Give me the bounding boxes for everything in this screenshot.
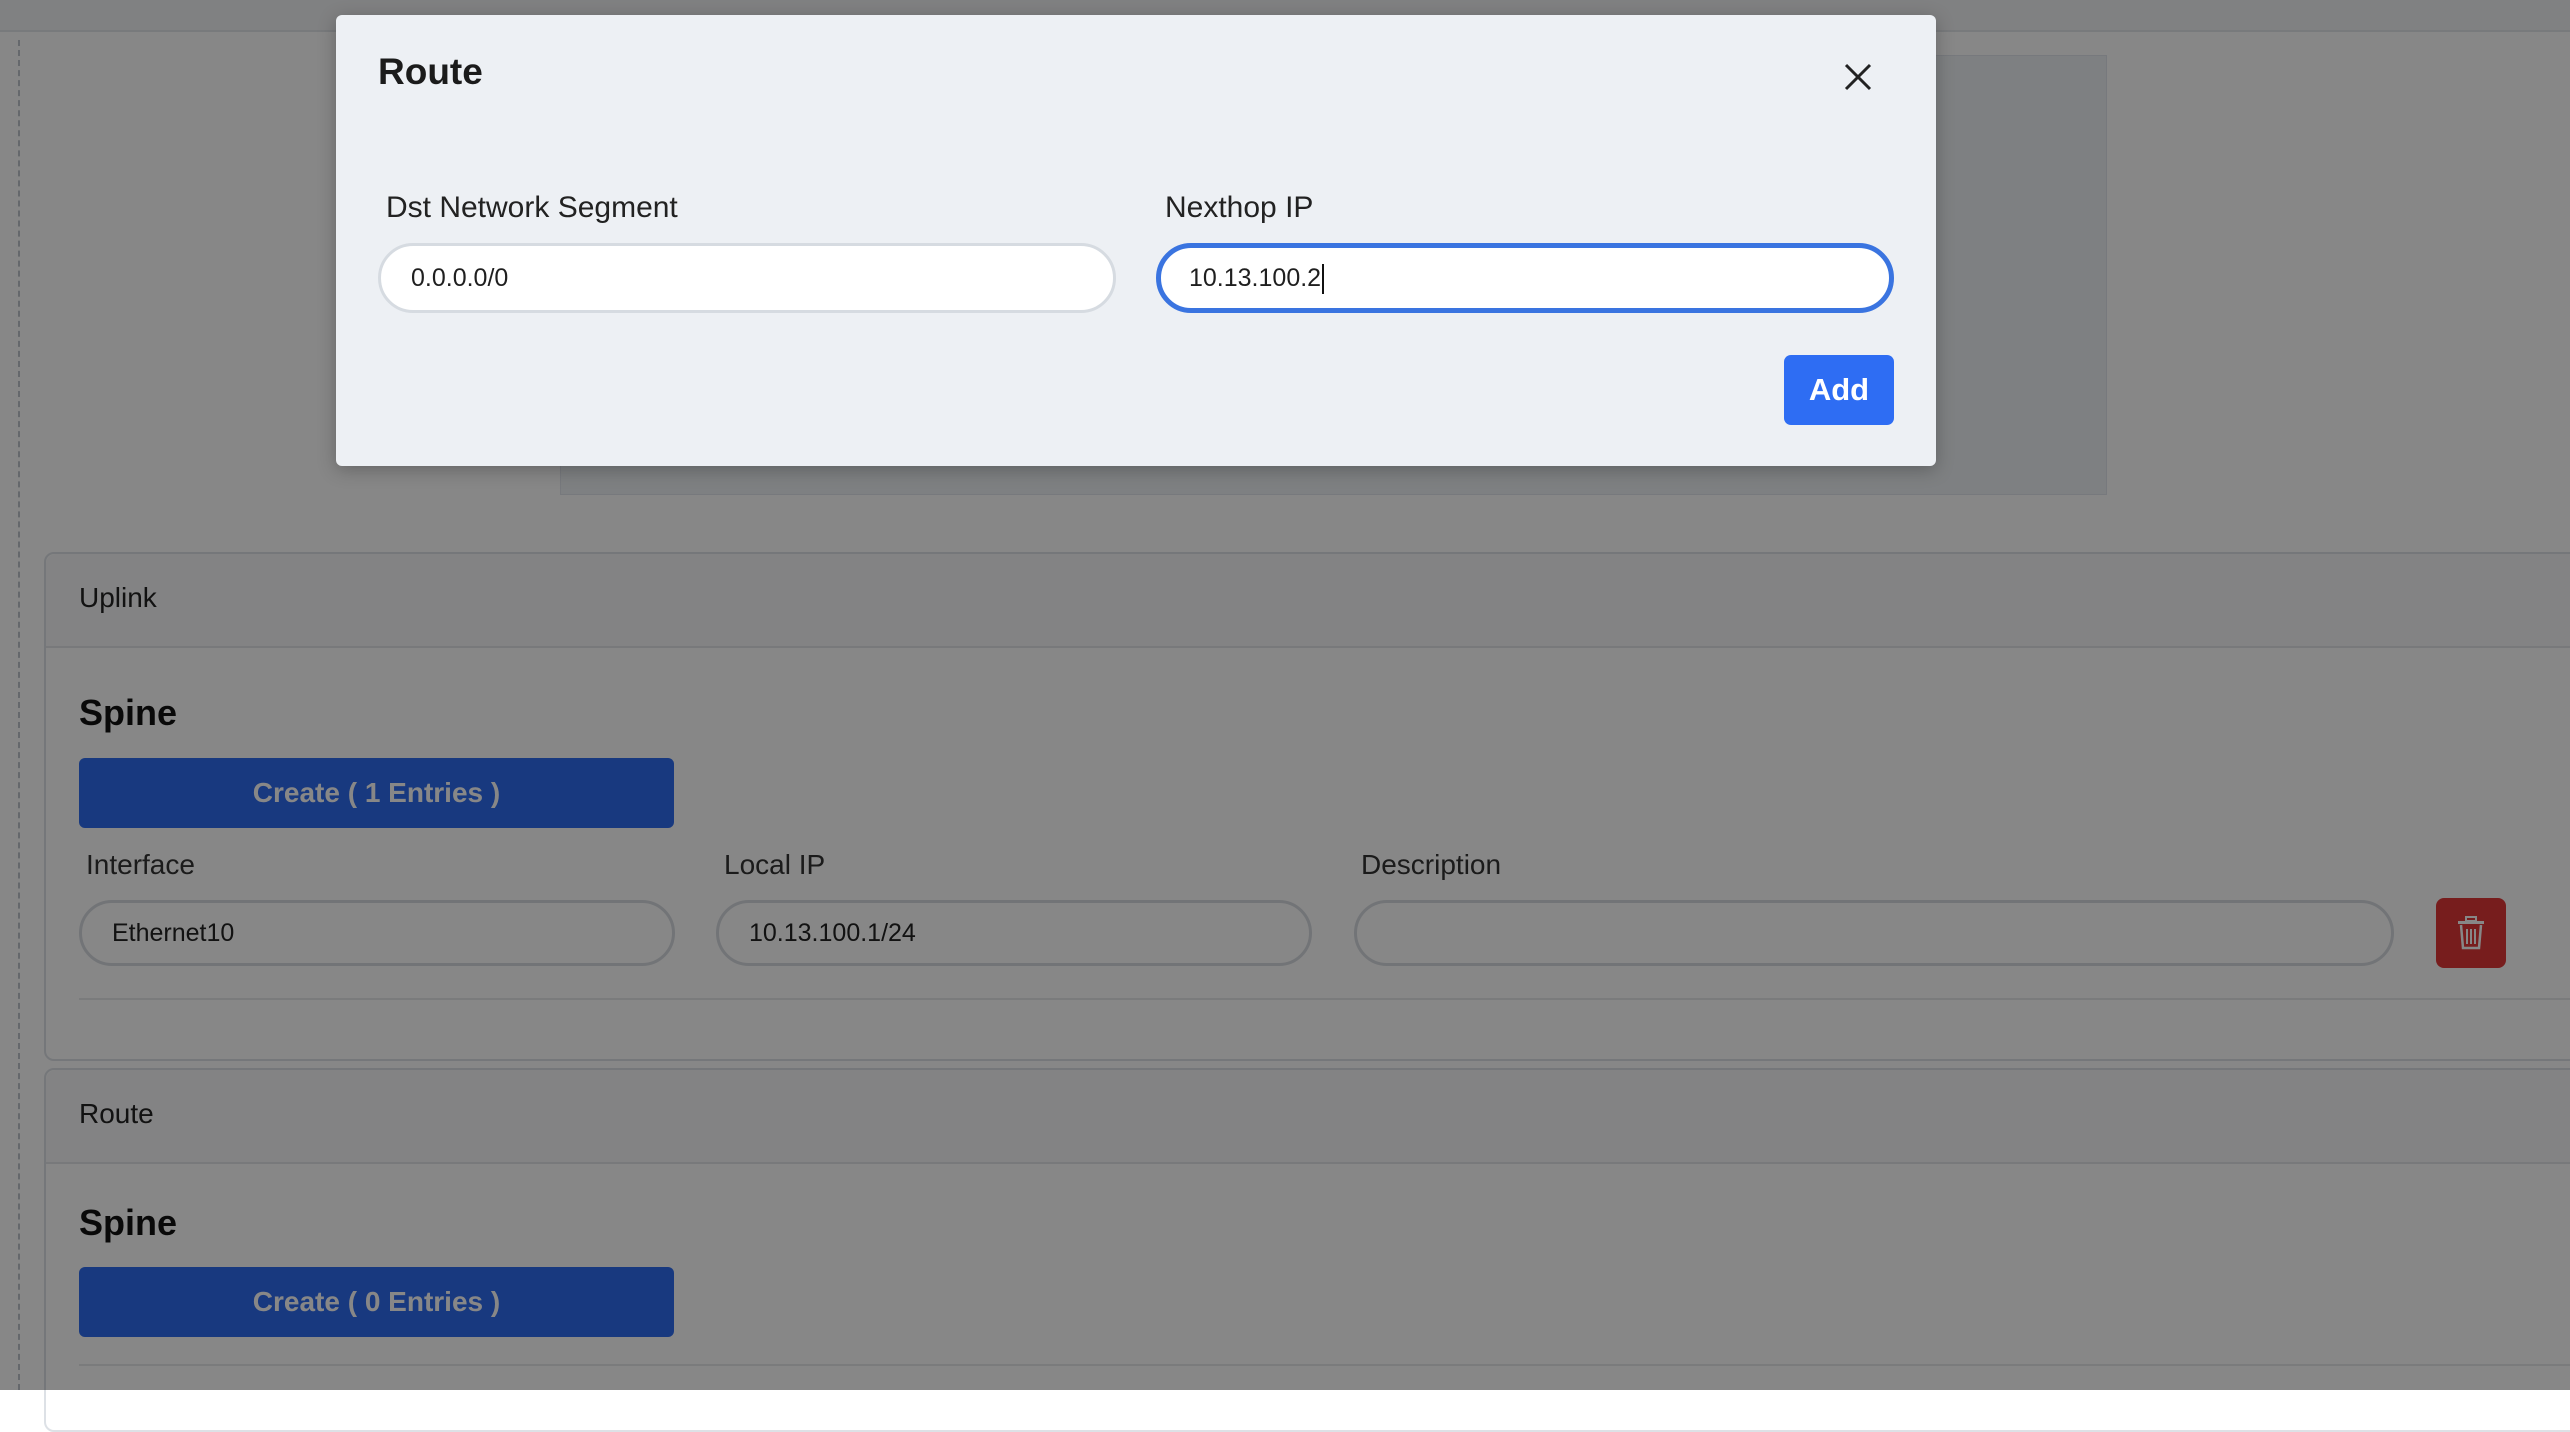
modal-title: Route xyxy=(378,51,483,92)
nexthop-ip-label: Nexthop IP xyxy=(1165,191,1314,224)
dst-network-segment-label: Dst Network Segment xyxy=(386,191,678,224)
dst-network-segment-input[interactable]: 0.0.0.0/0 xyxy=(378,243,1116,313)
route-modal: Route Dst Network Segment 0.0.0.0/0 Next… xyxy=(336,15,1936,466)
add-button[interactable]: Add xyxy=(1784,355,1894,425)
nexthop-ip-value: 10.13.100.2 xyxy=(1189,264,1322,292)
nexthop-ip-input[interactable]: 10.13.100.2 xyxy=(1156,243,1894,313)
close-icon[interactable] xyxy=(1836,55,1880,99)
text-caret xyxy=(1322,264,1325,295)
